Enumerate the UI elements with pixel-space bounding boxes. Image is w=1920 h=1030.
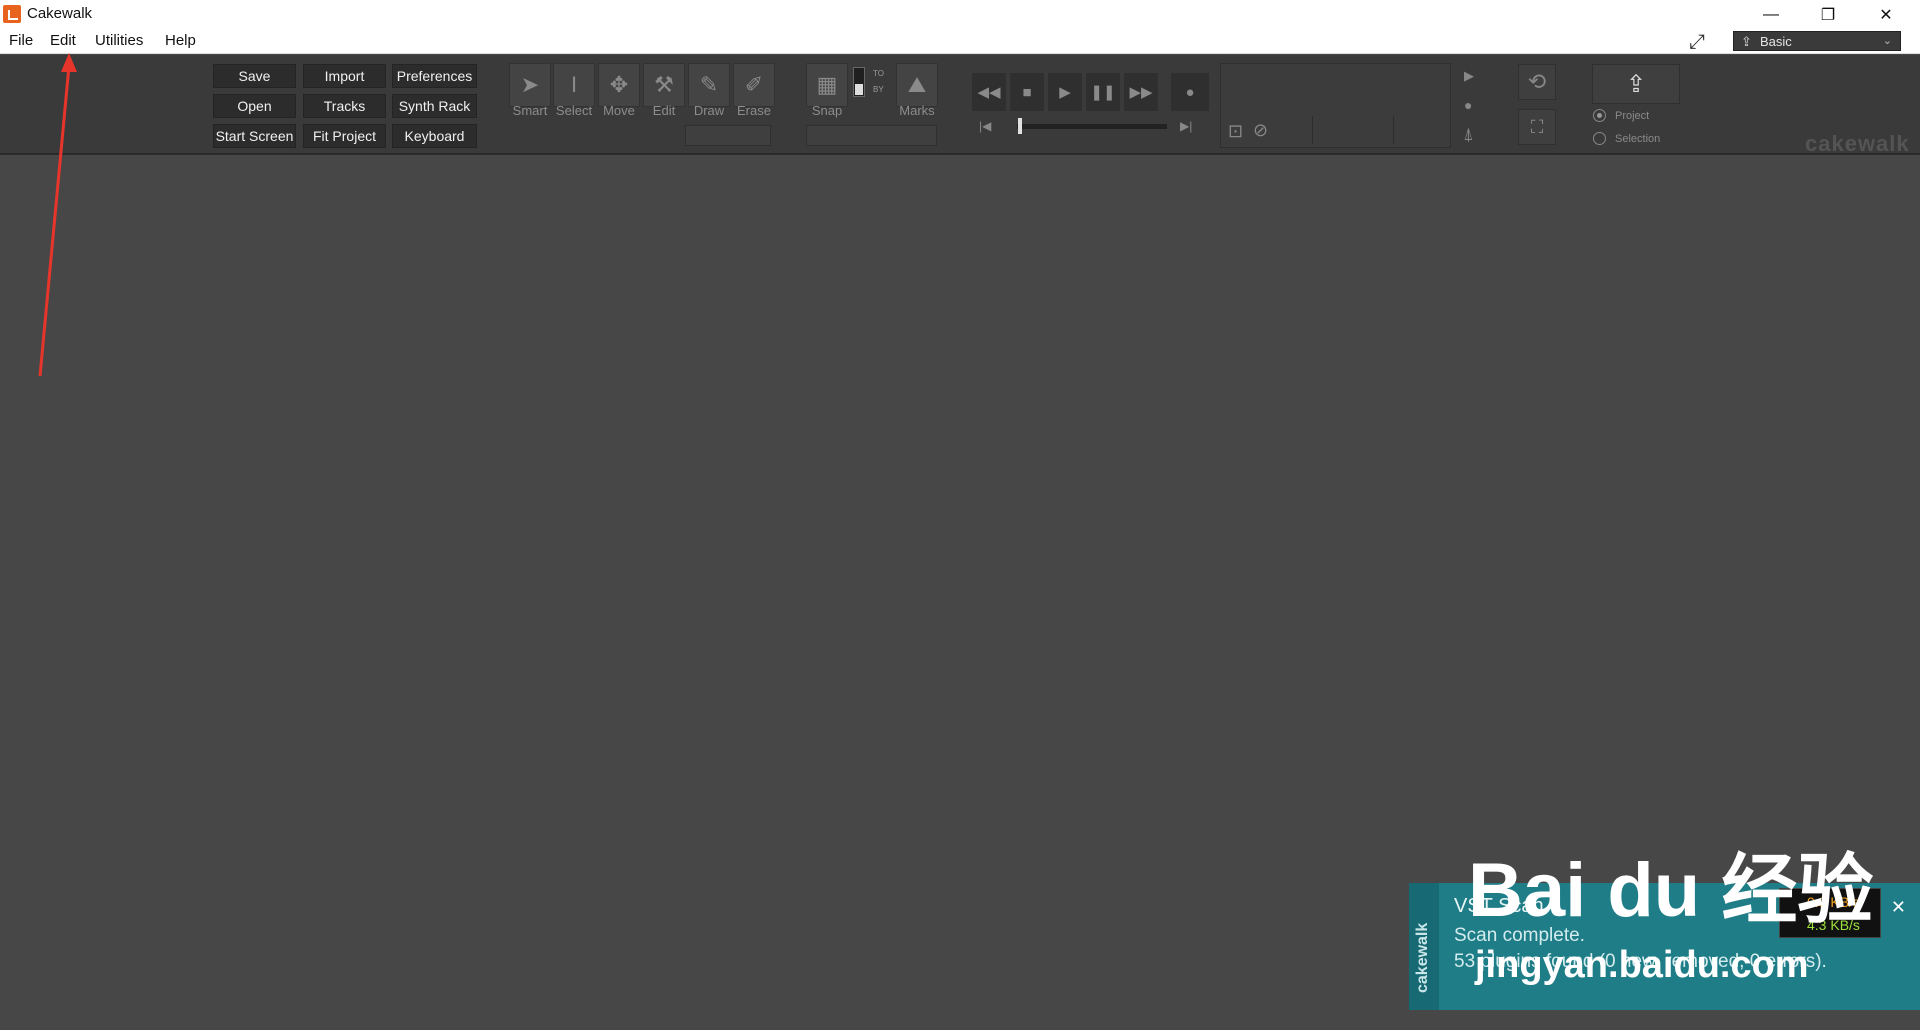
marks-icon: ⛰ xyxy=(907,72,927,97)
i-beam-icon: I xyxy=(570,72,578,97)
export-project-radio[interactable] xyxy=(1593,109,1606,122)
fast-forward-icon: ▶▶ xyxy=(1129,84,1153,101)
snap-label: Snap xyxy=(811,103,843,118)
keyboard-button[interactable]: Keyboard xyxy=(392,124,477,148)
menu-help[interactable]: Help xyxy=(165,32,196,49)
pencil-icon: ✎ xyxy=(699,72,719,97)
record-icon: ● xyxy=(1185,83,1195,101)
tool-option-dropdown[interactable] xyxy=(685,125,771,146)
menu-utilities[interactable]: Utilities xyxy=(95,32,143,49)
snap-value-dropdown[interactable] xyxy=(806,125,937,146)
arrow-cursor-icon: ➤ xyxy=(520,72,540,97)
loop-toggle-icon[interactable]: ⊡ xyxy=(1228,121,1243,142)
share-icon: ⇪ xyxy=(1625,70,1647,98)
chevron-down-icon: ⌄ xyxy=(1882,35,1892,47)
stop-icon: ■ xyxy=(1022,83,1032,101)
notification-side-label: cakewalk xyxy=(1414,922,1431,993)
notification-close-icon[interactable]: ✕ xyxy=(1891,897,1906,918)
cakewalk-logo: cakewalk xyxy=(1805,131,1910,156)
record-button[interactable]: ● xyxy=(1171,73,1209,111)
fast-forward-button[interactable]: ▶▶ xyxy=(1124,73,1158,111)
preferences-button[interactable]: Preferences xyxy=(392,64,477,88)
export-selection-label: Selection xyxy=(1615,133,1661,145)
play-icon: ▶ xyxy=(1059,84,1071,101)
snap-toggle[interactable] xyxy=(853,67,865,97)
workspace-value: Basic xyxy=(1760,34,1792,49)
rewind-button[interactable]: ◀◀ xyxy=(972,73,1006,111)
notification-side: cakewalk xyxy=(1409,883,1439,1010)
snap-by-label: BY xyxy=(873,85,884,94)
draw-tool-button[interactable]: ✎ xyxy=(688,63,730,107)
notification-title: VST Scan xyxy=(1454,895,1544,917)
window-title: Cakewalk xyxy=(27,5,93,22)
export-selection-radio[interactable] xyxy=(1593,132,1606,145)
punch-button[interactable]: ⛶ xyxy=(1518,109,1556,145)
loop-button[interactable]: ⟲ xyxy=(1518,64,1556,100)
rewind-icon: ◀◀ xyxy=(977,84,1001,101)
network-speed-widget: 0.3 KB/s 4.3 KB/s xyxy=(1779,888,1881,938)
menu-bar: File Edit Utilities Help xyxy=(0,29,1920,54)
erase-tool-button[interactable]: ✐ xyxy=(733,63,775,107)
metronome-icon[interactable]: ⍋ xyxy=(1463,124,1474,145)
position-slider[interactable] xyxy=(1017,124,1167,129)
go-to-start-icon[interactable]: |◀ xyxy=(979,119,991,133)
upload-speed: 0.3 KB/s xyxy=(1807,894,1860,910)
select-tool-button[interactable]: I xyxy=(553,63,595,107)
title-bar: Cakewalk — ❐ ✕ xyxy=(0,0,1920,29)
fit-project-button[interactable]: Fit Project xyxy=(303,124,386,148)
move-arrows-icon: ✥ xyxy=(609,72,629,97)
metronome-off-icon[interactable]: ⊘ xyxy=(1253,120,1268,141)
expand-icon[interactable]: ⤢ xyxy=(1689,31,1705,54)
smart-tool-button[interactable]: ➤ xyxy=(509,63,551,107)
open-button[interactable]: Open xyxy=(213,94,296,118)
play-button[interactable]: ▶ xyxy=(1048,73,1082,111)
marks-button[interactable]: ⛰ xyxy=(896,63,938,107)
save-button[interactable]: Save xyxy=(213,64,296,88)
export-button[interactable]: ⇪ xyxy=(1592,64,1680,104)
close-button[interactable]: ✕ xyxy=(1858,0,1914,29)
wrench-icon: ⚒ xyxy=(654,72,674,97)
tracks-button[interactable]: Tracks xyxy=(303,94,386,118)
minimize-button[interactable]: — xyxy=(1743,0,1799,29)
grid-icon: ▦ xyxy=(816,72,838,97)
menu-edit[interactable]: Edit xyxy=(50,32,76,49)
move-tool-button[interactable]: ✥ xyxy=(598,63,640,107)
position-slider-thumb[interactable] xyxy=(1018,118,1022,134)
pause-icon: ❚❚ xyxy=(1090,84,1116,101)
snap-grid-button[interactable]: ▦ xyxy=(806,63,848,107)
menu-file[interactable]: File xyxy=(9,32,33,49)
go-to-end-icon[interactable]: ▶| xyxy=(1180,119,1192,133)
pause-button[interactable]: ❚❚ xyxy=(1086,73,1120,111)
export-project-label: Project xyxy=(1615,110,1650,122)
restore-button[interactable]: ❐ xyxy=(1800,0,1856,29)
synth-rack-button[interactable]: Synth Rack xyxy=(392,94,477,118)
notification-line-1: Scan complete. xyxy=(1454,925,1585,946)
cakewalk-app-icon xyxy=(3,5,21,23)
play-small-icon[interactable]: ▶ xyxy=(1464,68,1474,84)
edit-tool-button[interactable]: ⚒ xyxy=(643,63,685,107)
eraser-icon: ✐ xyxy=(744,72,764,97)
import-button[interactable]: Import xyxy=(303,64,386,88)
stop-button[interactable]: ■ xyxy=(1010,73,1044,111)
tool-label-erase: Erase xyxy=(737,103,771,118)
marks-label: Marks xyxy=(899,103,935,118)
loop-icon: ⟲ xyxy=(1527,69,1547,94)
punch-icon: ⛶ xyxy=(1530,116,1544,137)
snap-to-label: TO xyxy=(873,69,884,78)
display-divider xyxy=(1393,116,1394,144)
record-small-icon[interactable]: ● xyxy=(1464,97,1472,113)
workspace-select[interactable]: ⇪ Basic ⌄ xyxy=(1733,31,1901,51)
display-divider xyxy=(1312,116,1313,144)
notification-line-2: 53 plugins found (0 new, removed, 0 erro… xyxy=(1454,951,1827,972)
share-icon: ⇪ xyxy=(1741,34,1752,49)
download-speed: 4.3 KB/s xyxy=(1807,917,1860,933)
start-screen-button[interactable]: Start Screen xyxy=(213,124,296,148)
